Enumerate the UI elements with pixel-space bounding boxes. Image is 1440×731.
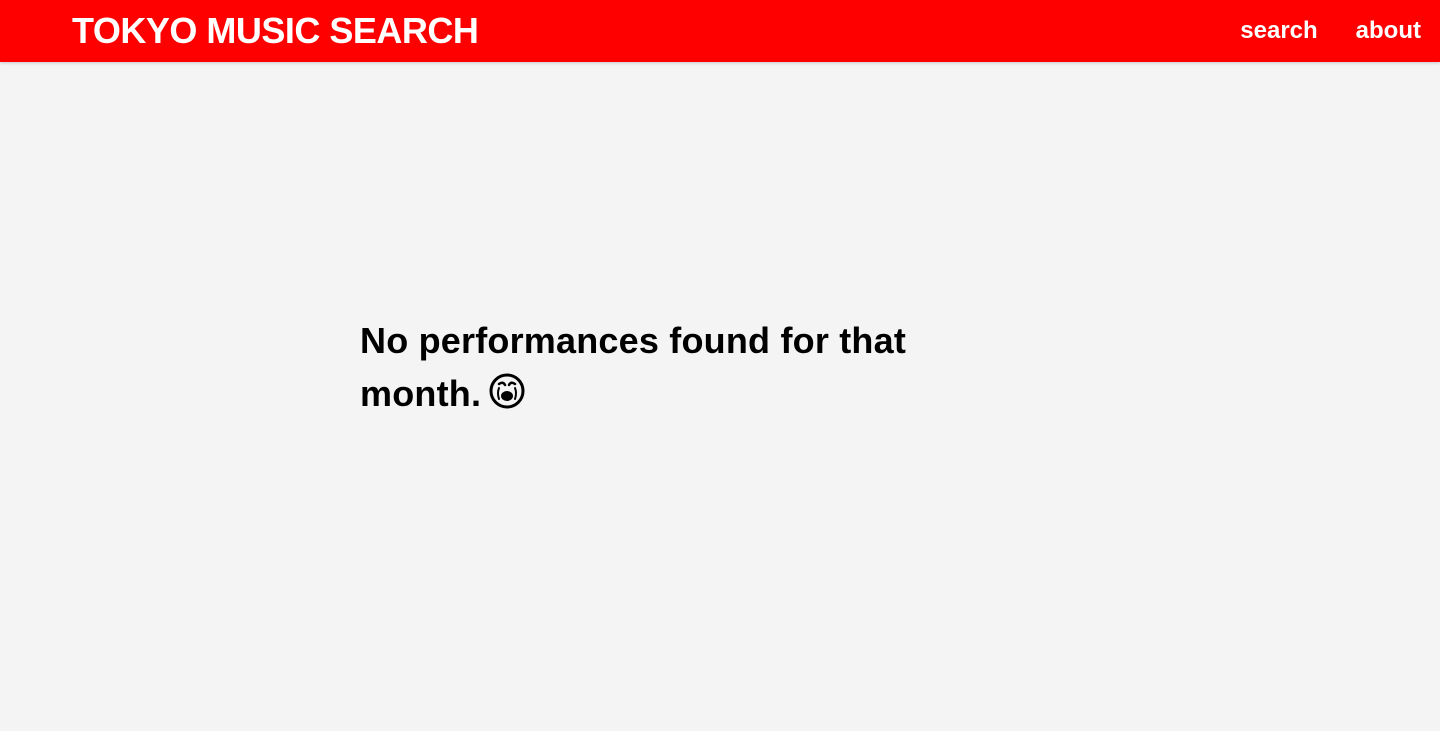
nav-search-link[interactable]: search [1240, 16, 1317, 46]
no-results-message: No performances found for that month. [360, 314, 980, 423]
main-nav: search about [1240, 16, 1421, 46]
crying-face-icon [489, 370, 525, 423]
site-header: TOKYO MUSIC SEARCH search about [0, 0, 1440, 62]
nav-about-link[interactable]: about [1356, 16, 1421, 46]
site-title[interactable]: TOKYO MUSIC SEARCH [72, 10, 479, 52]
no-results-text: No performances found for that month. [360, 320, 907, 414]
